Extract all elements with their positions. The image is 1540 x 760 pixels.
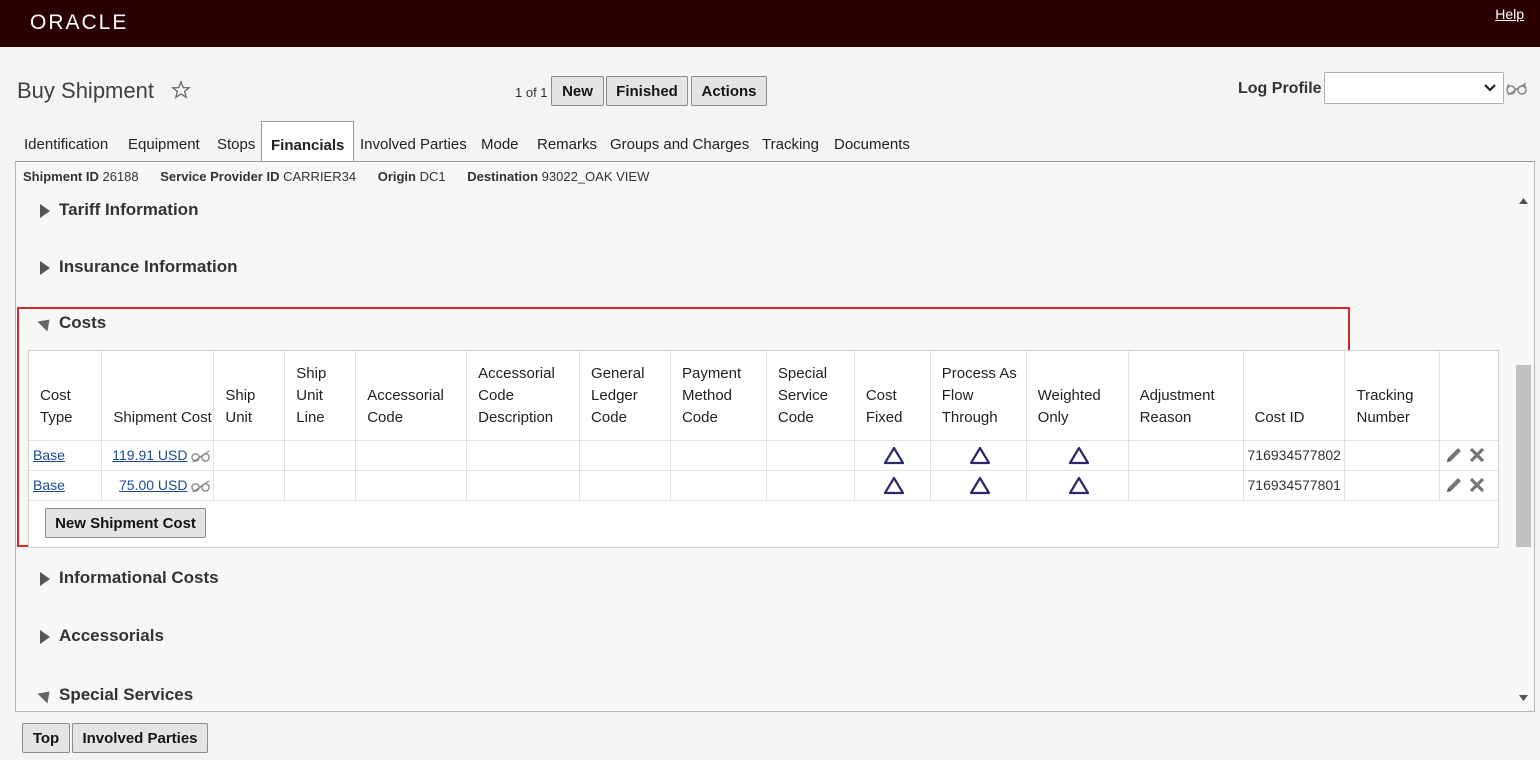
scrollbar-thumb[interactable] bbox=[1516, 365, 1531, 547]
shipment-cost-link[interactable]: 119.91 USD bbox=[112, 447, 187, 463]
column-header: Accessorial Code bbox=[355, 351, 468, 441]
expand-arrow-icon[interactable] bbox=[40, 261, 50, 275]
scroll-up-arrow-icon[interactable] bbox=[1519, 198, 1528, 204]
shipment-cost-link[interactable]: 75.00 USD bbox=[119, 477, 187, 493]
actions-button[interactable]: Actions bbox=[691, 76, 767, 106]
warning-triangle-icon bbox=[1069, 476, 1090, 494]
table-row: Base 119.91 USD 716934577802 bbox=[29, 440, 1498, 471]
tab-groups-and-charges[interactable]: Groups and Charges bbox=[610, 121, 749, 162]
shipment-id-value: 26188 bbox=[102, 169, 139, 184]
column-header: Payment Method Code bbox=[670, 351, 767, 441]
warning-triangle-icon bbox=[970, 446, 991, 464]
warning-triangle-icon bbox=[884, 476, 905, 494]
tab-stops[interactable]: Stops bbox=[217, 121, 255, 162]
scroll-down-arrow-icon[interactable] bbox=[1519, 695, 1528, 701]
table-row: Base 75.00 USD 716934577801 bbox=[29, 470, 1498, 501]
help-link[interactable]: Help bbox=[1495, 6, 1524, 22]
expand-arrow-icon[interactable] bbox=[40, 572, 50, 586]
cost-id-cell: 716934577801 bbox=[1243, 470, 1346, 501]
column-header: Cost Fixed bbox=[854, 351, 931, 441]
cost-type-link[interactable]: Base bbox=[33, 447, 65, 463]
tab-financials[interactable]: Financials bbox=[261, 121, 355, 162]
costs-table: Cost Type Shipment Cost Ship Unit Ship U… bbox=[28, 350, 1499, 548]
tab-mode[interactable]: Mode bbox=[481, 121, 519, 162]
expand-arrow-icon[interactable] bbox=[40, 630, 50, 644]
involved-parties-button[interactable]: Involved Parties bbox=[72, 723, 208, 753]
service-provider-value: CARRIER34 bbox=[283, 169, 357, 184]
pager-text: 1 of 1 bbox=[515, 85, 548, 100]
delete-x-icon[interactable] bbox=[1468, 446, 1486, 464]
column-header: Cost Type bbox=[29, 351, 103, 441]
destination-label: Destination bbox=[467, 169, 539, 184]
tab-identification[interactable]: Identification bbox=[24, 121, 108, 162]
favorite-star-icon[interactable] bbox=[171, 80, 191, 100]
expand-arrow-icon[interactable] bbox=[40, 204, 50, 218]
section-insurance-information[interactable]: Insurance Information bbox=[59, 257, 238, 277]
delete-x-icon[interactable] bbox=[1468, 476, 1486, 494]
new-shipment-cost-button[interactable]: New Shipment Cost bbox=[45, 508, 206, 538]
glasses-icon[interactable] bbox=[191, 480, 211, 493]
column-header: Accessorial Code Description bbox=[466, 351, 581, 441]
cost-id-cell: 716934577802 bbox=[1243, 440, 1346, 471]
tab-remarks[interactable]: Remarks bbox=[537, 121, 597, 162]
column-header: General Ledger Code bbox=[579, 351, 671, 441]
glasses-icon[interactable] bbox=[1506, 82, 1528, 96]
column-header: Ship Unit Line bbox=[284, 351, 357, 441]
column-header: Adjustment Reason bbox=[1128, 351, 1244, 441]
destination-value: 93022_OAK VIEW bbox=[541, 169, 650, 184]
column-header: Special Service Code bbox=[766, 351, 855, 441]
column-header: Shipment Cost bbox=[101, 351, 215, 441]
warning-triangle-icon bbox=[970, 476, 991, 494]
collapse-arrow-icon[interactable] bbox=[37, 686, 55, 704]
origin-label: Origin bbox=[377, 169, 416, 184]
tab-equipment[interactable]: Equipment bbox=[128, 121, 200, 162]
chevron-down-icon bbox=[1484, 84, 1496, 92]
column-header: Process As Flow Through bbox=[930, 351, 1027, 441]
top-button[interactable]: Top bbox=[22, 723, 70, 753]
origin-value: DC1 bbox=[419, 169, 446, 184]
tab-documents[interactable]: Documents bbox=[834, 121, 910, 162]
warning-triangle-icon bbox=[1069, 446, 1090, 464]
financials-panel: Shipment ID 26188 Service Provider ID CA… bbox=[15, 161, 1535, 712]
oracle-logo: ORACLE bbox=[30, 11, 129, 34]
shipment-id-label: Shipment ID bbox=[23, 169, 99, 184]
tab-tracking[interactable]: Tracking bbox=[762, 121, 819, 162]
cost-type-link[interactable]: Base bbox=[33, 477, 65, 493]
section-special-services[interactable]: Special Services bbox=[59, 685, 193, 705]
section-costs[interactable]: Costs bbox=[59, 313, 106, 333]
section-accessorials[interactable]: Accessorials bbox=[59, 626, 164, 646]
page-title: Buy Shipment bbox=[17, 78, 154, 103]
finished-button[interactable]: Finished bbox=[606, 76, 688, 106]
glasses-icon[interactable] bbox=[191, 450, 211, 463]
shipment-summary: Shipment ID 26188 Service Provider ID CA… bbox=[23, 169, 649, 184]
tab-involved-parties[interactable]: Involved Parties bbox=[360, 121, 467, 162]
log-profile-select[interactable] bbox=[1324, 72, 1504, 104]
edit-pencil-icon[interactable] bbox=[1444, 445, 1464, 465]
column-header-actions bbox=[1439, 351, 1498, 441]
column-header: Cost ID bbox=[1243, 351, 1346, 441]
service-provider-label: Service Provider ID bbox=[160, 169, 280, 184]
log-profile-label: Log Profile bbox=[1238, 80, 1322, 97]
warning-triangle-icon bbox=[884, 446, 905, 464]
column-header: Tracking Number bbox=[1344, 351, 1441, 441]
column-header: Ship Unit bbox=[213, 351, 286, 441]
new-button[interactable]: New bbox=[551, 76, 604, 106]
top-bar: ORACLE Help bbox=[0, 0, 1540, 47]
column-header: Weighted Only bbox=[1026, 351, 1129, 441]
edit-pencil-icon[interactable] bbox=[1444, 475, 1464, 495]
section-tariff-information[interactable]: Tariff Information bbox=[59, 200, 198, 220]
section-informational-costs[interactable]: Informational Costs bbox=[59, 568, 219, 588]
